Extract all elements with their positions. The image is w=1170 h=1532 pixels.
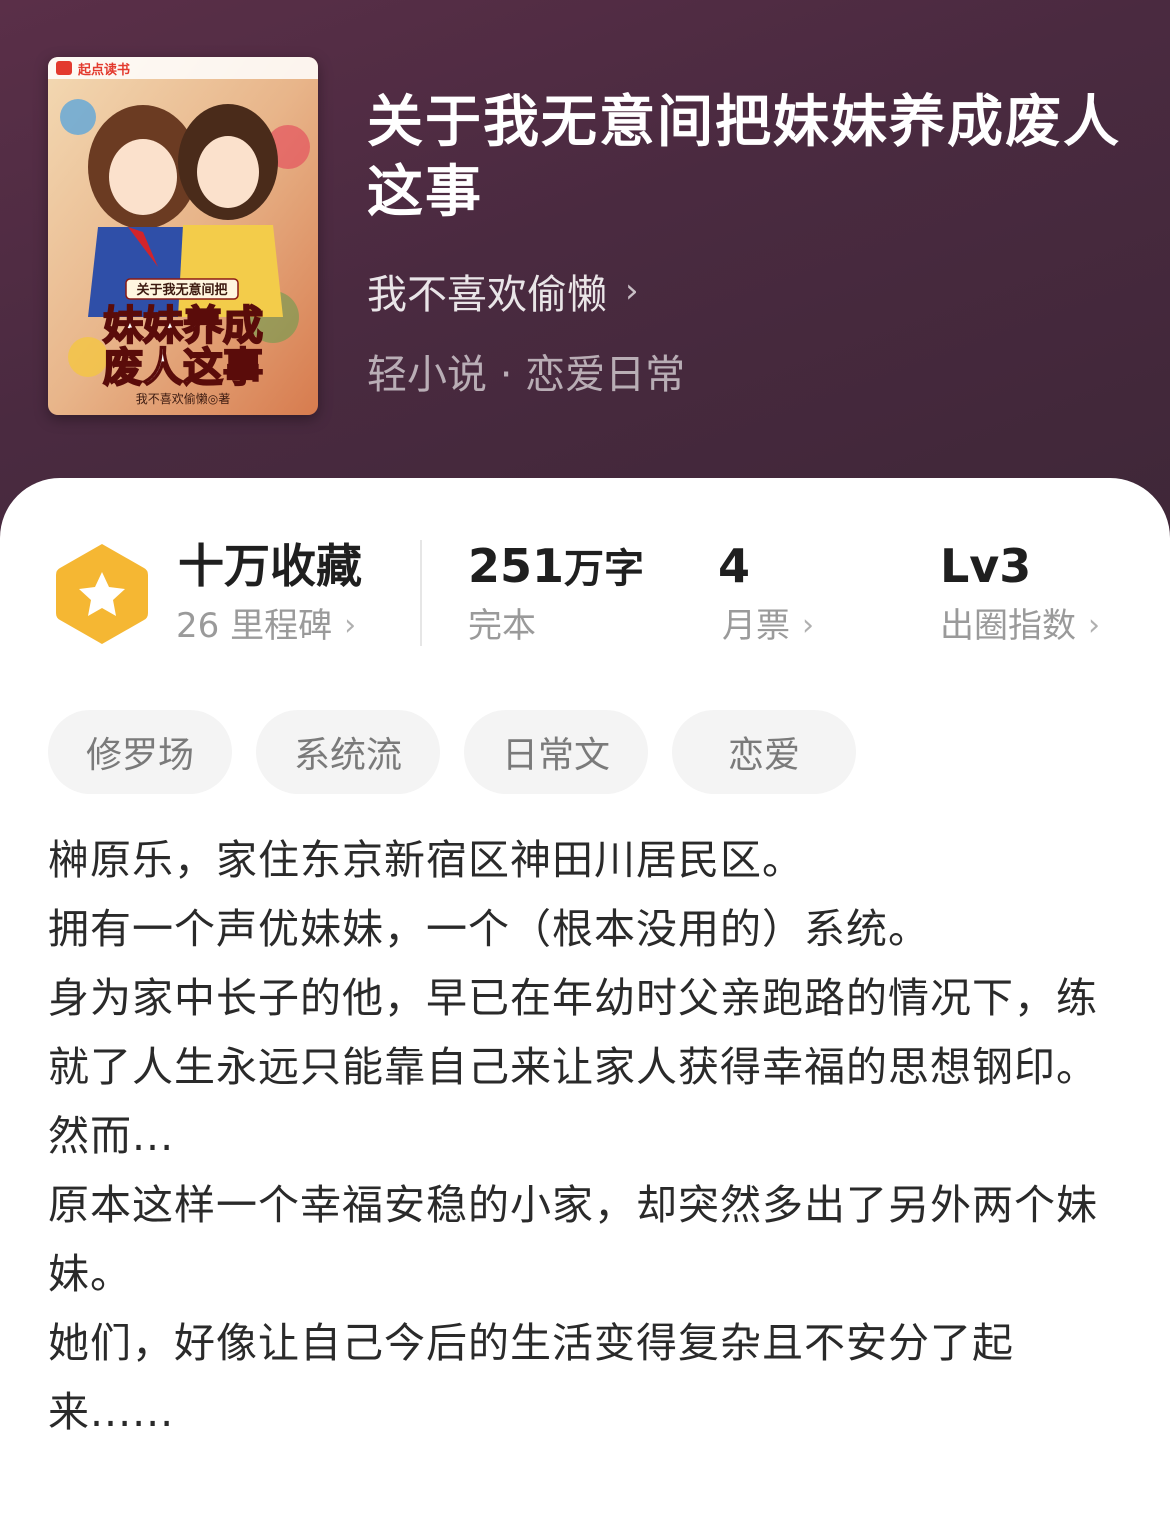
milestone-label: 26 里程碑	[176, 606, 333, 646]
monthly-ticket-link[interactable]: 月票 ›	[722, 604, 814, 648]
book-cover[interactable]: 起点读书 关于我无意间把 妹妹养成 废人这事 我不喜欢偷懒◎著	[48, 57, 318, 415]
chevron-right-icon: ›	[625, 271, 639, 311]
synopsis-paragraph: 拥有一个声优妹妹，一个（根本没用的）系统。	[48, 905, 930, 953]
popularity-index-label: 出圈指数	[940, 606, 1076, 646]
cover-art: 起点读书 关于我无意间把 妹妹养成 废人这事 我不喜欢偷懒◎著	[48, 57, 318, 415]
cover-brand: 起点读书	[77, 62, 130, 78]
word-count: 251万字	[468, 538, 644, 597]
completion-status: 完本	[468, 604, 536, 648]
cover-author-credit: 我不喜欢偷懒◎著	[136, 391, 230, 406]
tag-chip[interactable]: 恋爱	[672, 710, 856, 794]
author-name: 我不喜欢偷懒	[367, 272, 607, 318]
book-synopsis: 榊原乐，家住东京新宿区神田川居民区。 拥有一个声优妹妹，一个（根本没用的）系统。…	[48, 826, 1128, 1447]
cover-title-line1: 妹妹养成	[103, 302, 263, 349]
author-link[interactable]: 我不喜欢偷懒 ›	[367, 262, 639, 320]
word-count-value: 251	[468, 539, 565, 593]
completion-label: 完本	[468, 606, 536, 646]
stats-divider	[420, 540, 422, 646]
synopsis-paragraph: 身为家中长子的他，早已在年幼时父亲跑路的情况下，练就了人生永远只能靠自己来让家人…	[48, 974, 1098, 1091]
synopsis-paragraph: 榊原乐，家住东京新宿区神田川居民区。	[48, 836, 804, 884]
book-detail-card: 十万收藏 26 里程碑 › 251万字 完本 4 月票 › Lv3 出圈指数 ›…	[0, 478, 1170, 1532]
synopsis-paragraph: 然而...	[48, 1112, 175, 1160]
word-count-unit: 万字	[564, 546, 645, 592]
tag-chip[interactable]: 修罗场	[48, 710, 232, 794]
book-genre: 轻小说 · 恋爱日常	[367, 352, 686, 398]
tag-chip[interactable]: 系统流	[256, 710, 440, 794]
chevron-right-icon: ›	[344, 608, 357, 643]
popularity-index-link[interactable]: 出圈指数 ›	[940, 604, 1100, 648]
monthly-ticket-label: 月票	[722, 606, 790, 646]
synopsis-paragraph: 她们，好像让自己今后的生活变得复杂且不安分了起来......	[48, 1319, 1014, 1436]
star-hexagon-icon	[56, 544, 148, 644]
chevron-right-icon: ›	[802, 608, 814, 643]
book-title: 关于我无意间把妹妹养成废人这事	[367, 90, 1121, 225]
cover-title-line2: 废人这事	[103, 344, 263, 391]
chevron-right-icon: ›	[1088, 608, 1100, 643]
book-header: 起点读书 关于我无意间把 妹妹养成 废人这事 我不喜欢偷懒◎著 关于我无意间把妹…	[0, 0, 1170, 540]
cover-subtitle: 关于我无意间把	[136, 282, 227, 298]
tag-chip[interactable]: 日常文	[464, 710, 648, 794]
stats-row: 十万收藏 26 里程碑 › 251万字 完本 4 月票 › Lv3 出圈指数 ›	[0, 478, 1170, 678]
tag-list: 修罗场 系统流 日常文 恋爱	[48, 710, 856, 794]
monthly-ticket-value: 4	[718, 539, 751, 593]
collection-value: 十万收藏	[178, 539, 362, 593]
milestone-link[interactable]: 26 里程碑 ›	[176, 604, 356, 648]
synopsis-paragraph: 原本这样一个幸福安稳的小家，却突然多出了另外两个妹妹。	[48, 1181, 1098, 1298]
popularity-index-value: Lv3	[940, 539, 1032, 593]
